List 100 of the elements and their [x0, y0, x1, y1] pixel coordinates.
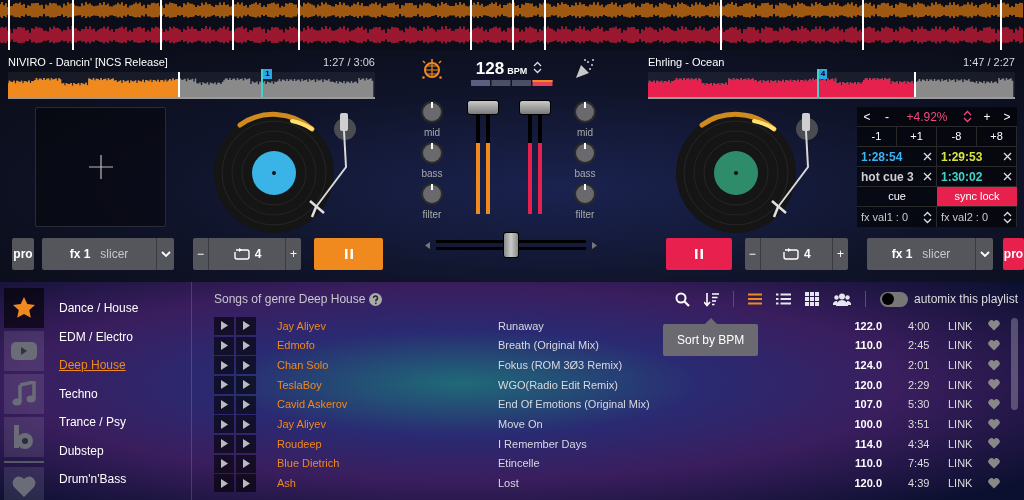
loop-increase-button[interactable]: +: [285, 238, 301, 270]
cue-mode-button[interactable]: cue: [857, 187, 937, 206]
hot-cue-time[interactable]: 1:28:54: [861, 147, 903, 166]
heart-icon[interactable]: [988, 418, 1000, 430]
track-waveform[interactable]: 1: [8, 72, 375, 99]
heart-icon[interactable]: [988, 320, 1000, 332]
tempo-button[interactable]: +: [977, 107, 997, 126]
play-on-deck-a-button[interactable]: [214, 336, 234, 355]
knob[interactable]: [573, 100, 597, 124]
fx-slot-label: fx 1: [69, 246, 91, 263]
play-on-deck-b-button[interactable]: [236, 415, 256, 434]
heart-icon[interactable]: [988, 399, 1000, 411]
genre-item[interactable]: Trance / Psy: [59, 408, 126, 437]
play-on-deck-a-button[interactable]: [214, 316, 234, 335]
beat-jump-button[interactable]: -8: [937, 127, 977, 146]
genre-item[interactable]: Dubstep: [59, 436, 104, 465]
knob[interactable]: [420, 182, 444, 206]
play-on-deck-b-button[interactable]: [236, 454, 256, 473]
link[interactable]: LINK: [948, 475, 984, 492]
tempo-button[interactable]: >: [997, 107, 1017, 126]
heart-icon[interactable]: [988, 438, 1000, 450]
link[interactable]: LINK: [948, 435, 984, 453]
heart-icon[interactable]: [988, 359, 1000, 371]
link[interactable]: LINK: [948, 376, 984, 394]
cue-marker-badge[interactable]: 4: [818, 69, 828, 79]
close-icon[interactable]: [1003, 172, 1012, 181]
source-tab[interactable]: [4, 288, 44, 328]
close-icon[interactable]: [1003, 152, 1012, 161]
heart-icon[interactable]: [988, 477, 1000, 489]
play-on-deck-b-button[interactable]: [236, 474, 256, 493]
play-on-deck-a-button[interactable]: [214, 356, 234, 375]
knob[interactable]: [573, 141, 597, 165]
loop-decrease-button[interactable]: −: [193, 238, 209, 270]
cue-mode-button[interactable]: sync lock: [937, 187, 1017, 206]
pro-button[interactable]: pro: [1003, 238, 1024, 270]
bulleted-list-icon[interactable]: [775, 293, 791, 305]
knob[interactable]: [573, 182, 597, 206]
link[interactable]: LINK: [948, 455, 984, 472]
heart-icon: [12, 476, 36, 498]
link[interactable]: LINK: [948, 317, 984, 335]
help-icon[interactable]: [369, 292, 383, 306]
fx-select[interactable]: fx 1 slicer: [42, 238, 174, 270]
heart-icon[interactable]: [988, 379, 1000, 391]
play-on-deck-a-button[interactable]: [214, 395, 234, 414]
track-waveform[interactable]: 4: [648, 72, 1015, 99]
link[interactable]: LINK: [948, 416, 984, 433]
play-on-deck-a-button[interactable]: [214, 454, 234, 473]
tempo-button[interactable]: <: [857, 107, 877, 126]
play-on-deck-a-button[interactable]: [214, 474, 234, 493]
play-on-deck-a-button[interactable]: [214, 375, 234, 394]
play-on-deck-b-button[interactable]: [236, 434, 256, 453]
genre-item[interactable]: Deep House: [59, 351, 126, 380]
hot-cue-time[interactable]: 1:30:02: [941, 167, 983, 186]
loop-increase-button[interactable]: +: [832, 238, 848, 270]
search-icon[interactable]: [674, 291, 690, 307]
cue-marker-badge[interactable]: 1: [263, 69, 272, 79]
fx-value: fx val2 : 0: [941, 209, 989, 225]
party-popper-icon[interactable]: [574, 57, 596, 80]
play-on-deck-b-button[interactable]: [236, 356, 256, 375]
heart-icon[interactable]: [988, 458, 1000, 470]
artist-cell-text: Cavid Askerov: [277, 397, 349, 413]
hot-cue-time[interactable]: 1:29:53: [941, 147, 983, 166]
link[interactable]: LINK: [948, 396, 984, 413]
heart-icon[interactable]: [988, 340, 1000, 352]
beat-jump-button[interactable]: -1: [857, 127, 897, 146]
pro-button[interactable]: pro: [12, 238, 34, 270]
crossfader-handle[interactable]: [503, 232, 519, 258]
scrollbar-thumb[interactable]: [1011, 318, 1018, 410]
genre-item[interactable]: Dance / House: [59, 294, 139, 323]
link[interactable]: LINK: [948, 337, 984, 354]
automix-toggle[interactable]: [879, 291, 908, 307]
play-on-deck-b-button[interactable]: [236, 336, 256, 355]
play-on-deck-b-button[interactable]: [236, 375, 256, 394]
play-on-deck-a-button[interactable]: [214, 434, 234, 453]
users-icon[interactable]: [832, 292, 851, 306]
genre-item[interactable]: Drum'n'Bass: [59, 465, 127, 494]
close-icon[interactable]: [923, 172, 932, 181]
beat-jump-button[interactable]: +8: [977, 127, 1017, 146]
compact-list-icon[interactable]: [747, 293, 762, 305]
sort-icon[interactable]: [703, 291, 719, 307]
hot-cue-time[interactable]: hot cue 3: [861, 167, 914, 186]
play-on-deck-b-button[interactable]: [236, 395, 256, 414]
play-on-deck-a-button[interactable]: [214, 415, 234, 434]
knob[interactable]: [420, 100, 444, 124]
link[interactable]: LINK: [948, 356, 984, 374]
play-on-deck-b-button[interactable]: [236, 316, 256, 335]
genre-item[interactable]: EDM / Electro: [59, 322, 133, 351]
genre-item[interactable]: Techno: [59, 379, 98, 408]
disco-ball-icon[interactable]: [421, 57, 443, 80]
fader-handle[interactable]: [467, 100, 499, 115]
fader-handle[interactable]: [519, 100, 551, 115]
loop-decrease-button[interactable]: −: [744, 238, 761, 270]
bpm-cell-text: 120.0: [853, 377, 882, 393]
fx-select[interactable]: fx 1 slicer: [867, 238, 993, 270]
beat-jump-button[interactable]: +1: [897, 127, 937, 146]
grid-icon[interactable]: [804, 292, 819, 306]
duration-cell-text: 4:39: [908, 476, 931, 492]
close-icon[interactable]: [923, 152, 932, 161]
tempo-button[interactable]: -: [877, 107, 897, 126]
knob[interactable]: [420, 141, 444, 165]
